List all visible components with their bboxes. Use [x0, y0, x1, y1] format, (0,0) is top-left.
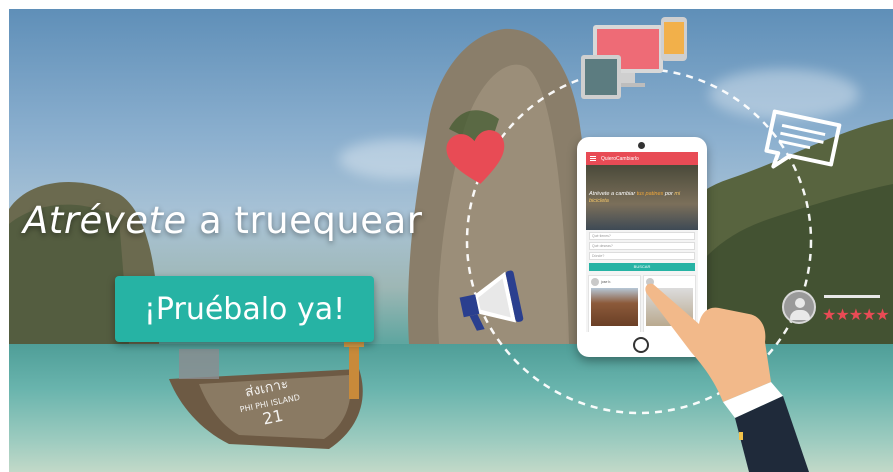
where-field[interactable]: Dónde? [589, 252, 695, 260]
user-rating: ★★★★★ [782, 290, 890, 324]
heart-icon [446, 130, 505, 184]
avatar-icon [591, 278, 599, 286]
menu-icon[interactable] [590, 156, 596, 161]
phone-camera [638, 142, 645, 149]
user-avatar-icon [782, 290, 816, 324]
hero-banner: ส่งเกาะ PHI PHI ISLAND 21 Atrévete a tru… [9, 9, 893, 472]
app-bar: QuieroCambiarlo [586, 152, 698, 165]
rating-stars: ★★★★★ [822, 304, 890, 324]
devices-icon [581, 17, 687, 99]
want-field[interactable]: Qué deseas? [589, 242, 695, 250]
app-brand: QuieroCambiarlo [601, 155, 639, 162]
search-button[interactable]: BUSCAR [589, 263, 695, 271]
card-image [591, 288, 638, 326]
rating-name-line [824, 295, 880, 298]
hero-text-mid: por [663, 191, 675, 197]
hero-highlight-1: tus patines [636, 191, 664, 197]
card-user: jose b. [589, 276, 640, 288]
card-user-name: jose b. [601, 280, 612, 284]
hero-text-before: Atrévete a cambiar [589, 191, 637, 197]
app-hero-text: Atrévete a cambiar tus patines por mi bi… [589, 191, 695, 204]
have-field[interactable]: Qué tienes? [589, 232, 695, 240]
app-hero: Atrévete a cambiar tus patines por mi bi… [586, 165, 698, 230]
listing-card[interactable]: jose b. [588, 275, 641, 332]
